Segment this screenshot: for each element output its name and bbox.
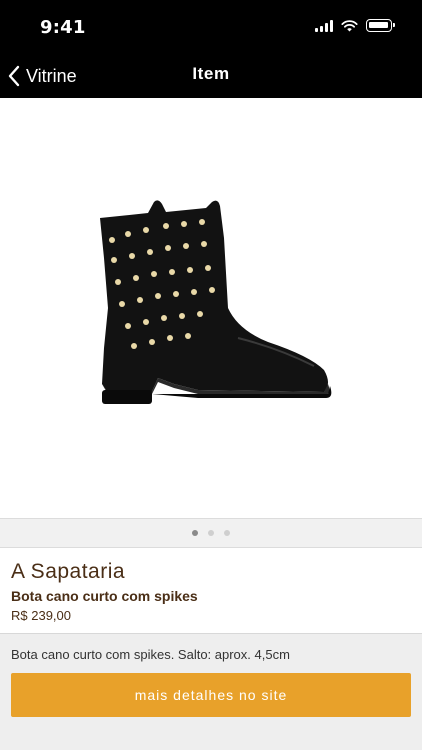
top-bar: 9:41 Vitrine Item xyxy=(0,0,422,98)
description-section: Bota cano curto com spikes. Salto: aprox… xyxy=(0,633,422,750)
status-icons xyxy=(315,19,395,32)
pager-dot[interactable] xyxy=(208,530,214,536)
pager-dot[interactable] xyxy=(192,530,198,536)
wifi-icon xyxy=(341,19,358,31)
product-image xyxy=(100,200,332,404)
product-info: A Sapataria Bota cano curto com spikes R… xyxy=(0,548,422,633)
signal-icon xyxy=(315,19,333,32)
status-time: 9:41 xyxy=(40,17,86,38)
product-description: Bota cano curto com spikes. Salto: aprox… xyxy=(11,647,290,662)
product-name: Bota cano curto com spikes xyxy=(11,588,198,604)
pager-dot[interactable] xyxy=(224,530,230,536)
gallery-pager[interactable] xyxy=(0,518,422,548)
page-title: Item xyxy=(192,64,230,83)
store-name: A Sapataria xyxy=(11,560,126,583)
battery-icon xyxy=(366,19,395,32)
more-details-button[interactable]: mais detalhes no site xyxy=(11,673,411,717)
product-price: R$ 239,00 xyxy=(11,608,71,623)
product-gallery[interactable] xyxy=(0,98,422,518)
